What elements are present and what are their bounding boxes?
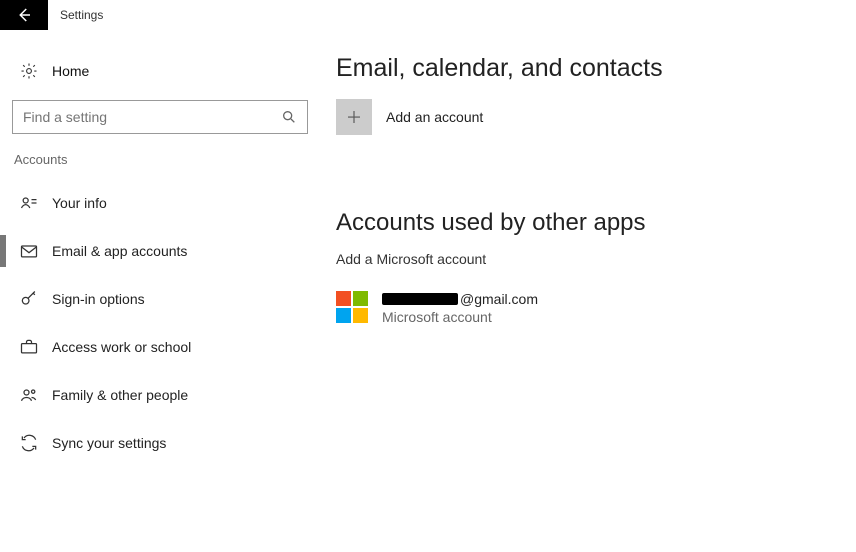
section-title-email: Email, calendar, and contacts — [336, 54, 856, 83]
account-info: @gmail.com Microsoft account — [382, 291, 538, 325]
nav-label: Email & app accounts — [52, 243, 187, 259]
arrow-left-icon — [15, 6, 33, 24]
account-email: @gmail.com — [382, 291, 538, 307]
add-ms-account-link[interactable]: Add a Microsoft account — [336, 251, 856, 267]
microsoft-logo-icon — [336, 291, 368, 323]
nav-label: Your info — [52, 195, 107, 211]
redacted-text — [382, 293, 458, 305]
window-title: Settings — [60, 8, 103, 22]
add-account-label: Add an account — [386, 109, 483, 125]
nav-label: Sync your settings — [52, 435, 166, 451]
sidebar-item-email-app-accounts[interactable]: Email & app accounts — [12, 227, 310, 275]
search-icon — [281, 109, 297, 125]
search-input[interactable] — [23, 109, 281, 125]
sync-icon — [18, 433, 40, 453]
sidebar-nav: Your info Email & app accounts Sign-in o… — [12, 179, 310, 467]
person-card-icon — [18, 193, 40, 213]
sidebar-item-family-people[interactable]: Family & other people — [12, 371, 310, 419]
plus-tile — [336, 99, 372, 135]
section-title-other-apps: Accounts used by other apps — [336, 209, 856, 237]
sidebar-home[interactable]: Home — [12, 52, 310, 90]
people-icon — [18, 385, 40, 405]
sidebar-item-sync-settings[interactable]: Sync your settings — [12, 419, 310, 467]
briefcase-icon — [18, 337, 40, 357]
nav-label: Access work or school — [52, 339, 191, 355]
mail-icon — [18, 241, 40, 261]
nav-label: Family & other people — [52, 387, 188, 403]
sidebar-category: Accounts — [12, 152, 310, 167]
plus-icon — [345, 108, 363, 126]
sidebar-item-access-work-school[interactable]: Access work or school — [12, 323, 310, 371]
nav-label: Sign-in options — [52, 291, 145, 307]
email-suffix: @gmail.com — [460, 291, 538, 307]
main-content: Email, calendar, and contacts Add an acc… — [310, 52, 856, 467]
account-type-label: Microsoft account — [382, 309, 538, 325]
sidebar-home-label: Home — [52, 63, 89, 79]
gear-icon — [18, 62, 40, 80]
titlebar: Settings — [0, 0, 856, 30]
sidebar-item-sign-in-options[interactable]: Sign-in options — [12, 275, 310, 323]
add-account-button[interactable]: Add an account — [336, 99, 856, 135]
sidebar-item-your-info[interactable]: Your info — [12, 179, 310, 227]
sidebar: Home Accounts Your info — [0, 52, 310, 467]
account-entry[interactable]: @gmail.com Microsoft account — [336, 291, 856, 325]
back-button[interactable] — [0, 0, 48, 30]
key-icon — [18, 289, 40, 309]
search-box[interactable] — [12, 100, 308, 134]
